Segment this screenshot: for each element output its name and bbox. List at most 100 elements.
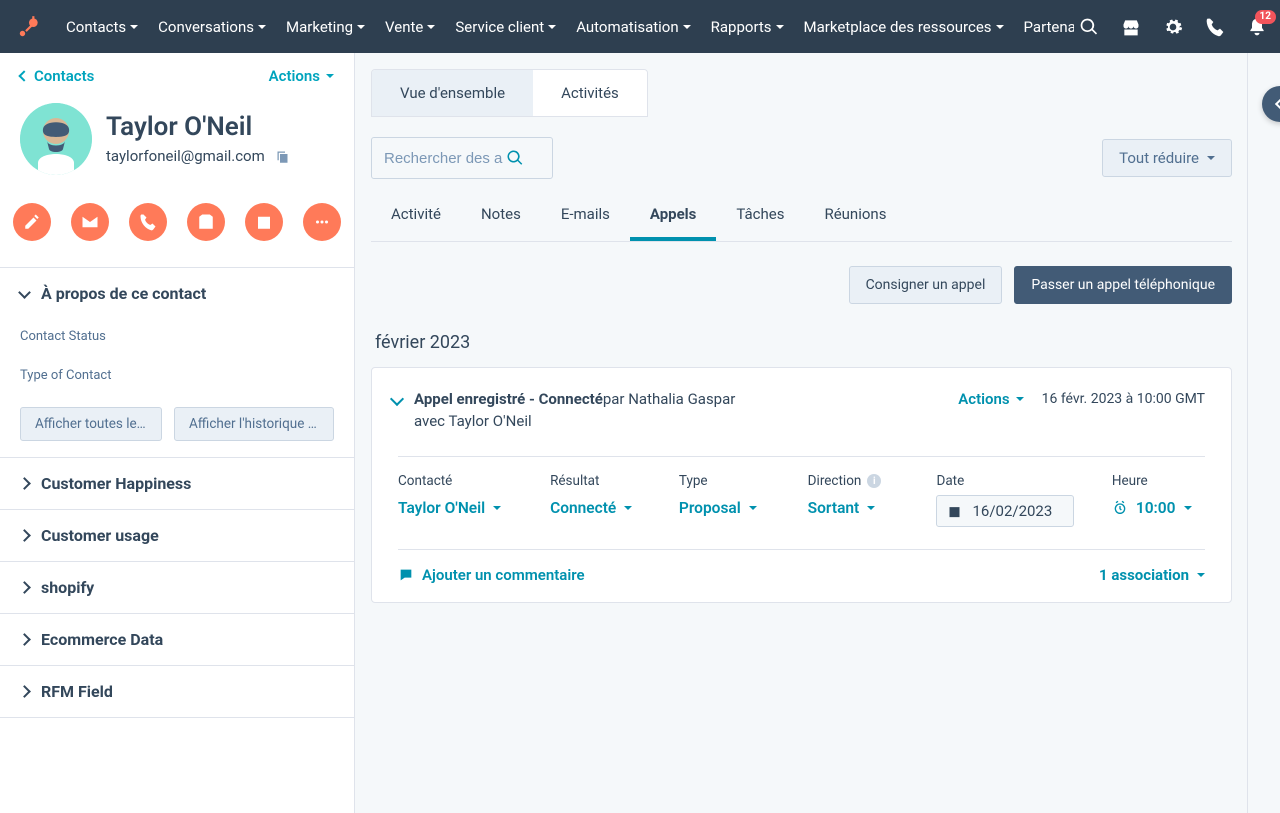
label-contacted: Contacté: [398, 473, 526, 489]
info-icon[interactable]: i: [867, 474, 881, 488]
date-input[interactable]: 16/02/2023: [936, 495, 1074, 527]
contact-avatar[interactable]: [20, 103, 92, 175]
add-comment-button[interactable]: Ajouter un commentaire: [398, 566, 585, 584]
show-all-properties-button[interactable]: Afficher toutes le...: [20, 407, 162, 441]
breadcrumb-back[interactable]: Contacts: [20, 67, 94, 85]
marketplace-icon[interactable]: [1120, 16, 1142, 38]
nav-item-partenaires[interactable]: Partenaires: [1014, 12, 1074, 42]
nav-item-conversations[interactable]: Conversations: [148, 12, 276, 42]
chevron-down-icon: [1207, 156, 1215, 160]
chevron-down-icon: [18, 286, 31, 299]
section-shopify[interactable]: shopify: [0, 562, 354, 613]
label-time: Heure: [1112, 473, 1205, 489]
contact-actions-dropdown[interactable]: Actions: [269, 67, 334, 85]
associations-dropdown[interactable]: 1 association: [1099, 566, 1205, 584]
chevron-down-icon: [624, 506, 632, 510]
nav-item-marketplace[interactable]: Marketplace des ressources: [794, 12, 1014, 42]
record-tabs: Vue d'ensemble Activités: [371, 69, 648, 117]
nav-item-service[interactable]: Service client: [445, 12, 566, 42]
call-card: Appel enregistré - Connectépar Nathalia …: [371, 367, 1232, 603]
notifications-icon[interactable]: 12: [1246, 16, 1268, 38]
notification-badge: 12: [1255, 10, 1276, 24]
clock-icon: [1112, 500, 1128, 516]
label-date: Date: [936, 473, 1087, 489]
value-time[interactable]: 10:00: [1112, 499, 1205, 517]
chevron-down-icon: [548, 25, 556, 29]
activity-subtabs: Activité Notes E-mails Appels Tâches Réu…: [371, 191, 1232, 242]
section-customer-usage[interactable]: Customer usage: [0, 510, 354, 561]
nav-item-rapports[interactable]: Rapports: [701, 12, 794, 42]
section-ecommerce-data[interactable]: Ecommerce Data: [0, 614, 354, 665]
calendar-icon: [947, 504, 962, 519]
settings-icon[interactable]: [1162, 16, 1184, 38]
comment-icon: [398, 567, 414, 583]
make-call-button[interactable]: Passer un appel téléphonique: [1014, 266, 1232, 304]
chevron-down-icon: [1016, 397, 1024, 401]
subtab-reunions[interactable]: Réunions: [804, 191, 906, 241]
more-actions-button[interactable]: [303, 203, 341, 241]
contact-sidebar: Contacts Actions Taylor O'Neil taylorfon…: [0, 53, 355, 813]
log-activity-button[interactable]: [187, 203, 225, 241]
subtab-notes[interactable]: Notes: [461, 191, 541, 241]
activity-search[interactable]: [371, 137, 553, 179]
card-collapse-toggle[interactable]: [390, 392, 404, 406]
chevron-down-icon: [326, 74, 334, 78]
chevron-right-icon: [18, 633, 31, 646]
section-rfm-field[interactable]: RFM Field: [0, 666, 354, 717]
top-nav: Contacts Conversations Marketing Vente S…: [0, 0, 1280, 53]
section-customer-happiness[interactable]: Customer Happiness: [0, 458, 354, 509]
section-about-header[interactable]: À propos de ce contact: [0, 268, 354, 319]
subtab-emails[interactable]: E-mails: [541, 191, 630, 241]
chevron-down-icon: [683, 25, 691, 29]
label-direction: Directioni: [808, 473, 913, 489]
subtab-taches[interactable]: Tâches: [716, 191, 804, 241]
chevron-left-icon: [18, 70, 29, 81]
contact-name: Taylor O'Neil: [106, 113, 290, 142]
chevron-right-icon: [18, 477, 31, 490]
nav-item-automatisation[interactable]: Automatisation: [566, 12, 700, 42]
nav-item-marketing[interactable]: Marketing: [276, 12, 375, 42]
nav-item-vente[interactable]: Vente: [375, 12, 445, 42]
log-call-button[interactable]: Consigner un appel: [849, 266, 1003, 304]
field-label-contact-status: Contact Status: [20, 329, 334, 344]
chevron-down-icon: [776, 25, 784, 29]
search-icon: [506, 149, 524, 167]
copy-icon[interactable]: [275, 149, 290, 164]
call-button[interactable]: [129, 203, 167, 241]
chevron-right-icon: [18, 685, 31, 698]
value-result[interactable]: Connecté: [550, 499, 655, 517]
chevron-down-icon: [130, 25, 138, 29]
activity-search-input[interactable]: [382, 149, 506, 168]
hubspot-logo[interactable]: [16, 14, 42, 40]
chevron-down-icon: [1197, 573, 1205, 577]
subtab-appels[interactable]: Appels: [630, 191, 717, 241]
phone-icon[interactable]: [1204, 16, 1226, 38]
main-content: Vue d'ensemble Activités Tout réduire Ac…: [355, 53, 1280, 813]
chevron-right-icon: [18, 581, 31, 594]
value-contacted[interactable]: Taylor O'Neil: [398, 499, 526, 517]
chevron-down-icon: [427, 25, 435, 29]
schedule-button[interactable]: [245, 203, 283, 241]
card-timestamp: 16 févr. 2023 à 10:00 GMT: [1042, 391, 1205, 407]
create-note-button[interactable]: [13, 203, 51, 241]
value-type[interactable]: Proposal: [679, 499, 784, 517]
field-label-type-of-contact: Type of Contact: [20, 368, 334, 383]
value-direction[interactable]: Sortant: [808, 499, 913, 517]
chevron-right-icon: [18, 529, 31, 542]
search-icon[interactable]: [1078, 16, 1100, 38]
card-actions-dropdown[interactable]: Actions: [958, 390, 1023, 408]
subtab-activite[interactable]: Activité: [371, 191, 461, 241]
show-property-history-button[interactable]: Afficher l'historique d...: [174, 407, 334, 441]
chevron-double-left-icon: [1275, 97, 1280, 111]
chevron-down-icon: [996, 25, 1004, 29]
contact-email: taylorfoneil@gmail.com: [106, 147, 265, 165]
chevron-down-icon: [1184, 506, 1192, 510]
tab-activities[interactable]: Activités: [533, 70, 647, 116]
tab-overview[interactable]: Vue d'ensemble: [372, 70, 533, 116]
nav-items: Contacts Conversations Marketing Vente S…: [56, 12, 1074, 42]
card-subtitle: avec Taylor O'Neil: [414, 412, 958, 430]
collapse-all-button[interactable]: Tout réduire: [1102, 139, 1232, 177]
nav-item-contacts[interactable]: Contacts: [56, 12, 148, 42]
send-email-button[interactable]: [71, 203, 109, 241]
card-title: Appel enregistré - Connectépar Nathalia …: [414, 390, 958, 408]
